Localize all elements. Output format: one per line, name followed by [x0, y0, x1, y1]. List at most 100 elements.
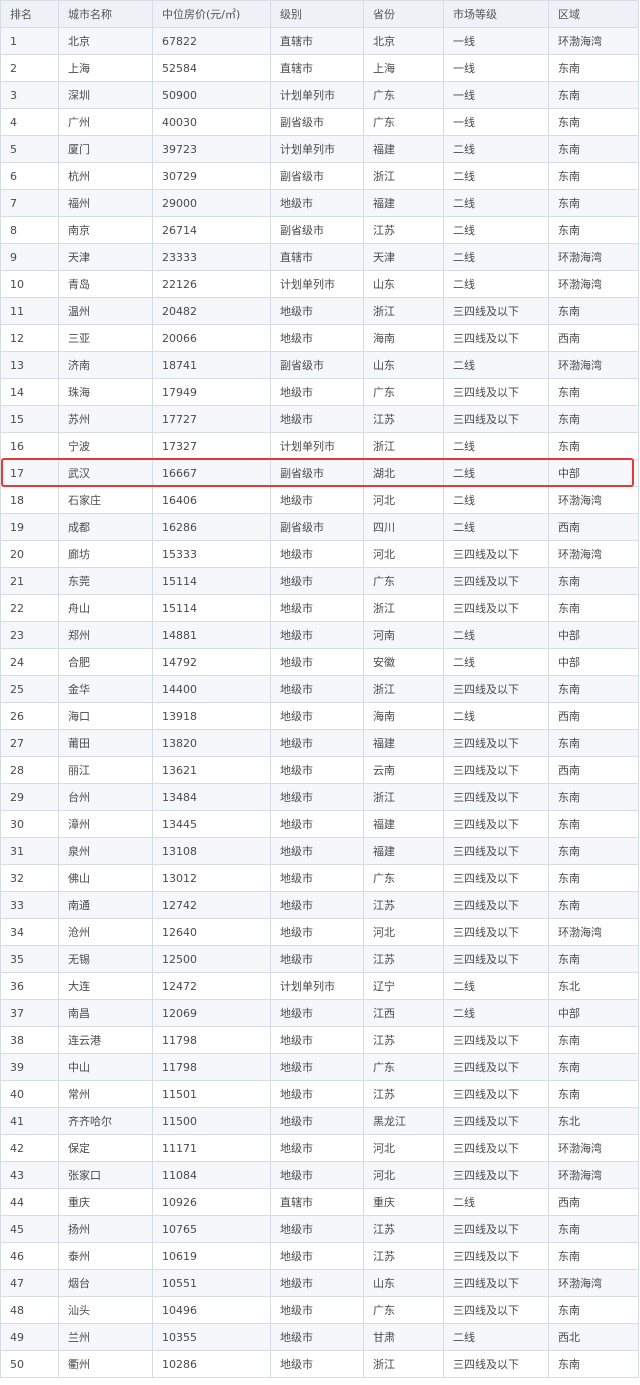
tier-cell: 二线 — [443, 1188, 549, 1216]
table-row: 26 海口 13918 地级市 海南 二线 西南 — [0, 702, 639, 730]
region-cell: 西南 — [548, 756, 639, 784]
table-row: 32 佛山 13012 地级市 广东 三四线及以下 东南 — [0, 864, 639, 892]
rank-cell: 15 — [0, 405, 59, 433]
province-cell: 四川 — [363, 513, 444, 541]
province-cell: 浙江 — [363, 675, 444, 703]
price-cell: 11501 — [152, 1080, 271, 1108]
rank-cell: 17 — [0, 459, 59, 487]
price-cell: 11500 — [152, 1107, 271, 1135]
region-cell: 西南 — [548, 1188, 639, 1216]
table-row: 21 东莞 15114 地级市 广东 三四线及以下 东南 — [0, 567, 639, 595]
rank-cell: 23 — [0, 621, 59, 649]
tier-cell: 三四线及以下 — [443, 405, 549, 433]
level-cell: 副省级市 — [270, 459, 364, 487]
tier-cell: 三四线及以下 — [443, 864, 549, 892]
level-cell: 地级市 — [270, 783, 364, 811]
tier-cell: 一线 — [443, 54, 549, 82]
price-cell: 15114 — [152, 567, 271, 595]
price-cell: 16286 — [152, 513, 271, 541]
province-cell: 上海 — [363, 54, 444, 82]
region-cell: 中部 — [548, 621, 639, 649]
city-cell: 齐齐哈尔 — [58, 1107, 153, 1135]
rank-cell: 48 — [0, 1296, 59, 1324]
level-cell: 计划单列市 — [270, 81, 364, 109]
header-market-tier: 市场等级 — [443, 0, 549, 28]
table-row: 3 深圳 50900 计划单列市 广东 一线 东南 — [0, 81, 639, 109]
city-cell: 济南 — [58, 351, 153, 379]
level-cell: 地级市 — [270, 1296, 364, 1324]
region-cell: 东南 — [548, 189, 639, 217]
region-cell: 东南 — [548, 594, 639, 622]
level-cell: 地级市 — [270, 1080, 364, 1108]
level-cell: 计划单列市 — [270, 135, 364, 163]
table-row: 49 兰州 10355 地级市 甘肃 二线 西北 — [0, 1323, 639, 1351]
header-region: 区域 — [548, 0, 639, 28]
province-cell: 辽宁 — [363, 972, 444, 1000]
province-cell: 海南 — [363, 324, 444, 352]
tier-cell: 一线 — [443, 108, 549, 136]
table-row: 22 舟山 15114 地级市 浙江 三四线及以下 东南 — [0, 594, 639, 622]
rank-cell: 9 — [0, 243, 59, 271]
price-cell: 17949 — [152, 378, 271, 406]
table-row: 12 三亚 20066 地级市 海南 三四线及以下 西南 — [0, 324, 639, 352]
tier-cell: 二线 — [443, 135, 549, 163]
city-cell: 海口 — [58, 702, 153, 730]
region-cell: 东南 — [548, 810, 639, 838]
tier-cell: 二线 — [443, 486, 549, 514]
price-cell: 10619 — [152, 1242, 271, 1270]
rank-cell: 45 — [0, 1215, 59, 1243]
tier-cell: 二线 — [443, 648, 549, 676]
table-row: 6 杭州 30729 副省级市 浙江 二线 东南 — [0, 162, 639, 190]
city-cell: 烟台 — [58, 1269, 153, 1297]
province-cell: 河北 — [363, 540, 444, 568]
province-cell: 黑龙江 — [363, 1107, 444, 1135]
city-cell: 上海 — [58, 54, 153, 82]
rank-cell: 42 — [0, 1134, 59, 1162]
city-cell: 合肥 — [58, 648, 153, 676]
rank-cell: 21 — [0, 567, 59, 595]
province-cell: 湖北 — [363, 459, 444, 487]
province-cell: 河北 — [363, 918, 444, 946]
city-cell: 舟山 — [58, 594, 153, 622]
region-cell: 中部 — [548, 648, 639, 676]
level-cell: 直辖市 — [270, 54, 364, 82]
province-cell: 广东 — [363, 1296, 444, 1324]
table-row: 4 广州 40030 副省级市 广东 一线 东南 — [0, 108, 639, 136]
table-row: 11 温州 20482 地级市 浙江 三四线及以下 东南 — [0, 297, 639, 325]
city-cell: 南昌 — [58, 999, 153, 1027]
province-cell: 浙江 — [363, 1350, 444, 1378]
region-cell: 西南 — [548, 324, 639, 352]
price-cell: 10496 — [152, 1296, 271, 1324]
rank-cell: 10 — [0, 270, 59, 298]
province-cell: 广东 — [363, 567, 444, 595]
city-cell: 泉州 — [58, 837, 153, 865]
price-cell: 12742 — [152, 891, 271, 919]
region-cell: 东南 — [548, 162, 639, 190]
price-cell: 12640 — [152, 918, 271, 946]
region-cell: 东南 — [548, 1053, 639, 1081]
price-cell: 13108 — [152, 837, 271, 865]
city-cell: 北京 — [58, 27, 153, 55]
level-cell: 副省级市 — [270, 108, 364, 136]
province-cell: 北京 — [363, 27, 444, 55]
province-cell: 天津 — [363, 243, 444, 271]
province-cell: 福建 — [363, 135, 444, 163]
level-cell: 地级市 — [270, 756, 364, 784]
table-row: 40 常州 11501 地级市 江苏 三四线及以下 东南 — [0, 1080, 639, 1108]
province-cell: 福建 — [363, 810, 444, 838]
level-cell: 地级市 — [270, 675, 364, 703]
region-cell: 东南 — [548, 675, 639, 703]
region-cell: 环渤海湾 — [548, 270, 639, 298]
tier-cell: 三四线及以下 — [443, 1107, 549, 1135]
region-cell: 东南 — [548, 1080, 639, 1108]
table-row: 5 厦门 39723 计划单列市 福建 二线 东南 — [0, 135, 639, 163]
rank-cell: 31 — [0, 837, 59, 865]
rank-cell: 19 — [0, 513, 59, 541]
city-cell: 佛山 — [58, 864, 153, 892]
table-row: 24 合肥 14792 地级市 安徽 二线 中部 — [0, 648, 639, 676]
rank-cell: 37 — [0, 999, 59, 1027]
price-cell: 17327 — [152, 432, 271, 460]
city-cell: 沧州 — [58, 918, 153, 946]
city-cell: 无锡 — [58, 945, 153, 973]
table-row: 18 石家庄 16406 地级市 河北 二线 环渤海湾 — [0, 486, 639, 514]
